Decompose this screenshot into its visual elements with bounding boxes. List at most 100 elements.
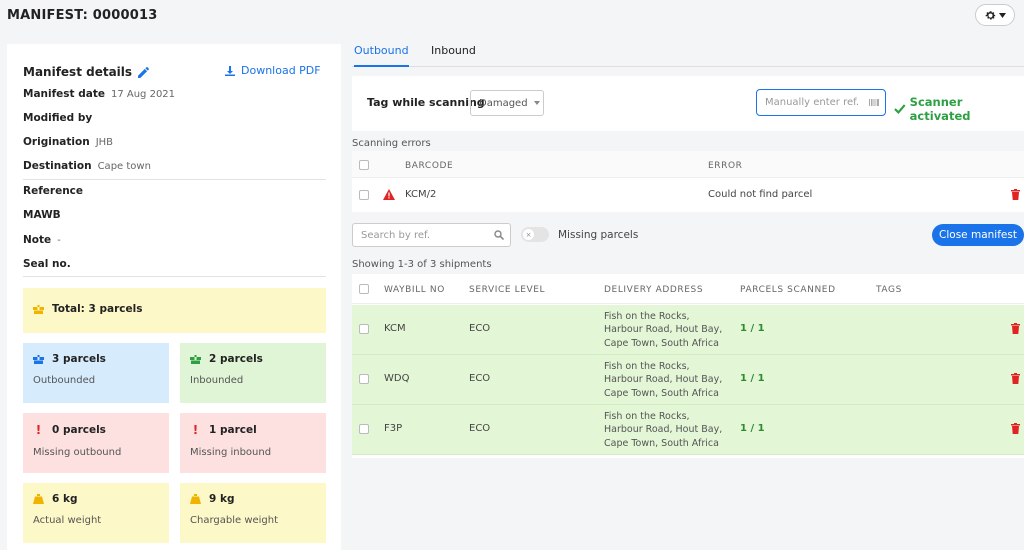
service-level: ECO [469, 373, 491, 384]
trash-icon[interactable] [1011, 323, 1020, 334]
field-label: Reference [23, 185, 84, 197]
error-barcode: KCM/2 [405, 189, 437, 200]
tab-inbound[interactable]: Inbound [431, 44, 476, 65]
stat-card-missing-outbound: ! 0 parcels Missing outbound [23, 413, 169, 473]
download-pdf-link[interactable]: Download PDF [225, 64, 321, 77]
download-icon [225, 65, 235, 76]
divider [23, 276, 326, 277]
close-icon: × [523, 229, 534, 240]
field-value: 17 Aug 2021 [110, 89, 176, 100]
boxes-icon [33, 304, 44, 314]
tag-select[interactable]: Damaged [470, 90, 544, 116]
scanner-status-label: Scanner activated [909, 95, 971, 123]
column-barcode: BARCODE [405, 161, 454, 171]
table-header: WAYBILL NO SERVICE LEVEL DELIVERY ADDRES… [352, 274, 1024, 304]
row-checkbox[interactable] [359, 374, 369, 384]
field-label: Manifest date [23, 88, 105, 100]
stat-chargable-weight-label: Chargable weight [190, 515, 279, 526]
table-header: BARCODE ERROR [352, 151, 1024, 178]
missing-parcels-label: Missing parcels [558, 229, 639, 241]
field-label: Destination [23, 160, 92, 172]
column-service-level: SERVICE LEVEL [469, 285, 546, 295]
trash-icon[interactable] [1011, 189, 1020, 200]
address-line: Fish on the Rocks, [604, 361, 690, 372]
select-all-checkbox[interactable] [359, 284, 369, 294]
stat-actual-weight-label: Actual weight [33, 515, 102, 526]
service-level: ECO [469, 423, 491, 434]
table-row[interactable]: KCM ECO Fish on the Rocks, Harbour Road,… [352, 305, 1024, 355]
column-tags: TAGS [876, 285, 902, 295]
stat-outbounded-value: 3 parcels [52, 353, 106, 365]
search-input[interactable]: Search by ref. [352, 223, 511, 247]
close-manifest-button[interactable]: Close manifest [932, 224, 1024, 246]
checkmark-icon [894, 104, 906, 114]
stat-total-value: Total: 3 parcels [52, 303, 143, 315]
barcode-icon [869, 99, 879, 106]
trash-icon[interactable] [1011, 373, 1020, 384]
stat-card-missing-inbound: ! 1 parcel Missing inbound [180, 413, 326, 473]
edit-pencil-icon[interactable] [138, 66, 150, 78]
scanning-errors-table: BARCODE ERROR KCM/2 Could not find parce… [352, 151, 1024, 212]
row-checkbox[interactable] [359, 424, 369, 434]
direction-tabs: Outbound Inbound [352, 40, 1024, 67]
field-label: MAWB [23, 209, 61, 221]
field-label: Note [23, 234, 52, 246]
service-level: ECO [469, 323, 491, 334]
field-value: - [57, 235, 61, 246]
select-all-checkbox[interactable] [359, 160, 369, 170]
tag-select-value: Damaged [479, 97, 528, 109]
tab-outbound[interactable]: Outbound [354, 44, 409, 67]
manifest-details-panel: Manifest details Download PDF Manifest d… [7, 44, 341, 550]
exclamation-icon: ! [192, 423, 199, 437]
table-row[interactable]: WDQ ECO Fish on the Rocks, Harbour Road,… [352, 355, 1024, 405]
stat-card-total: Total: 3 parcels [23, 288, 326, 333]
field-value: JHB [95, 137, 114, 148]
address-line: Cape Town, South Africa [604, 387, 719, 399]
waybill-no: KCM [384, 323, 406, 334]
delivery-address: Fish on the Rocks, Harbour Road, Hout Ba… [604, 310, 729, 350]
manifest-details-heading: Manifest details [23, 65, 150, 79]
field-modified-by: Modified by [23, 112, 98, 124]
column-delivery-address: DELIVERY ADDRESS [604, 285, 704, 295]
scanner-status: Scanner activated [894, 95, 1024, 123]
settings-dropdown-button[interactable] [975, 4, 1015, 26]
stat-missing-inbound-value: 1 parcel [209, 424, 257, 436]
parcels-scanned: 1 / 1 [740, 423, 765, 434]
delivery-address: Fish on the Rocks, Harbour Road, Hout Ba… [604, 410, 729, 450]
trash-icon[interactable] [1011, 423, 1020, 434]
address-line: Harbour Road, Hout Bay, [604, 324, 723, 336]
scanning-panel: Tag while scanning Damaged Manually ente… [352, 76, 1024, 131]
parcels-scanned: 1 / 1 [740, 373, 765, 384]
field-mawb: MAWB [23, 209, 67, 221]
stat-card-chargable-weight: 9 kg Chargable weight [180, 483, 326, 543]
scanning-errors-heading: Scanning errors [352, 138, 431, 149]
row-checkbox[interactable] [359, 190, 369, 200]
stat-missing-outbound-label: Missing outbound [33, 447, 122, 458]
waybill-no: F3P [384, 423, 403, 434]
address-line: Fish on the Rocks, [604, 411, 690, 422]
stat-chargable-weight-value: 9 kg [209, 493, 235, 505]
stat-missing-inbound-label: Missing inbound [190, 447, 272, 458]
stat-actual-weight-value: 6 kg [52, 493, 78, 505]
manifest-details-title: Manifest details [23, 65, 133, 79]
address-line: Harbour Road, Hout Bay, [604, 374, 723, 386]
shipments-summary: Showing 1-3 of 3 shipments [352, 259, 492, 270]
warning-triangle-icon [383, 189, 395, 200]
shipments-table: WAYBILL NO SERVICE LEVEL DELIVERY ADDRES… [352, 274, 1024, 458]
stat-card-actual-weight: 6 kg Actual weight [23, 483, 169, 543]
missing-parcels-toggle[interactable]: × [521, 227, 549, 242]
stat-inbounded-label: Inbounded [190, 375, 244, 386]
manual-ref-input[interactable]: Manually enter ref. [756, 89, 886, 116]
table-row[interactable]: F3P ECO Fish on the Rocks, Harbour Road,… [352, 405, 1024, 455]
delivery-address: Fish on the Rocks, Harbour Road, Hout Ba… [604, 360, 729, 400]
waybill-no: WDQ [384, 373, 410, 384]
address-line: Harbour Road, Hout Bay, [604, 424, 723, 436]
row-checkbox[interactable] [359, 324, 369, 334]
field-seal-no: Seal no. [23, 258, 77, 270]
divider [23, 179, 326, 180]
stat-missing-outbound-value: 0 parcels [52, 424, 106, 436]
download-pdf-label: Download PDF [241, 64, 321, 77]
field-value: Cape town [97, 161, 151, 172]
gear-icon [985, 10, 995, 20]
stat-card-inbounded: 2 parcels Inbounded [180, 343, 326, 403]
